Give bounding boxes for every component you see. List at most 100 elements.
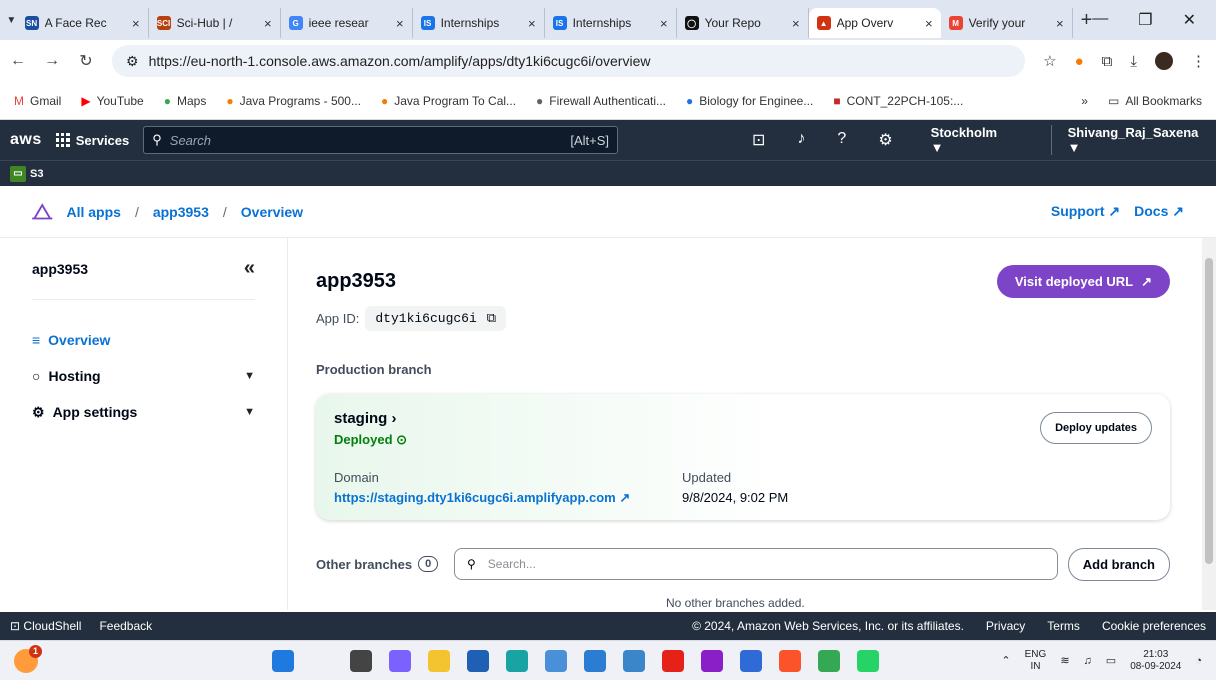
add-branch-button[interactable]: Add branch xyxy=(1067,548,1170,581)
chatgpt-icon[interactable] xyxy=(545,649,567,672)
branch-link[interactable]: staging › xyxy=(334,410,397,427)
help-icon[interactable]: ? xyxy=(837,130,846,150)
more-bookmarks-button[interactable]: » xyxy=(1081,94,1088,108)
minimize-icon[interactable]: — xyxy=(1092,10,1108,30)
deploy-updates-button[interactable]: Deploy updates xyxy=(1040,412,1152,444)
bookmark-item[interactable]: ● Biology for Enginee... xyxy=(686,94,813,108)
copy-icon[interactable]: ⧉ xyxy=(487,311,496,326)
back-icon[interactable]: ← xyxy=(10,52,26,70)
youtube-icon[interactable] xyxy=(662,649,684,672)
mail-icon[interactable] xyxy=(740,649,762,672)
browser-tab[interactable]: Gieee resear × xyxy=(281,8,413,38)
search-icon[interactable] xyxy=(311,649,333,672)
bookmark-item[interactable]: ● Maps xyxy=(164,94,207,108)
aws-search-input[interactable]: ⚲ Search [Alt+S] xyxy=(143,126,618,154)
browser-tab[interactable]: SCI Sci-Hub | / × xyxy=(149,8,281,38)
scrollbar-thumb[interactable] xyxy=(1205,258,1213,564)
feedback-link[interactable]: Feedback xyxy=(99,619,152,633)
page-scrollbar[interactable] xyxy=(1202,238,1216,610)
s3-shortcut[interactable]: ▭ S3 xyxy=(10,165,43,182)
domain-link[interactable]: https://staging.dty1ki6cugc6i.amplifyapp… xyxy=(334,490,630,506)
breadcrumb-all-apps[interactable]: All apps xyxy=(66,204,120,220)
tab-search-icon[interactable]: ▼ xyxy=(6,8,17,32)
amplify-logo-icon[interactable]: ⧍ xyxy=(32,199,52,225)
browser-tab[interactable]: SN A Face Rec × xyxy=(17,8,149,38)
mysql-icon[interactable] xyxy=(623,649,645,672)
chrome-icon[interactable] xyxy=(818,649,840,672)
maximize-icon[interactable]: ❐ xyxy=(1138,10,1152,30)
sidebar-item-overview[interactable]: ≡ Overview xyxy=(32,322,255,358)
bookmark-item[interactable]: ● Java Programs - 500... xyxy=(226,94,361,108)
close-tab-icon[interactable]: × xyxy=(396,16,404,31)
sidebar-item-hosting[interactable]: ○ Hosting ▼ xyxy=(32,358,255,394)
bookmark-item[interactable]: ▶ YouTube xyxy=(81,94,143,108)
close-tab-icon[interactable]: × xyxy=(1056,16,1064,31)
branch-search-input[interactable]: ⚲ Search... xyxy=(454,548,1058,580)
task-view-icon[interactable] xyxy=(350,649,372,672)
close-tab-icon[interactable]: × xyxy=(528,16,536,31)
close-tab-icon[interactable]: × xyxy=(264,16,272,31)
extensions-puzzle-icon[interactable]: ⧉ xyxy=(1102,53,1113,70)
services-menu-button[interactable]: Services xyxy=(55,133,129,148)
cookie-preferences-link[interactable]: Cookie preferences xyxy=(1102,619,1206,633)
close-tab-icon[interactable]: × xyxy=(132,16,140,31)
bookmark-item[interactable]: ● Java Program To Cal... xyxy=(381,94,516,108)
privacy-link[interactable]: Privacy xyxy=(986,619,1025,633)
browser-tab[interactable]: IS Internships × xyxy=(545,8,677,38)
notifications-icon[interactable]: ◔ xyxy=(1195,655,1202,667)
wifi-icon[interactable]: ≋ xyxy=(1060,654,1069,667)
profile-avatar-icon[interactable] xyxy=(1155,52,1173,70)
battery-icon[interactable]: ▭ xyxy=(1106,654,1116,667)
browser-tab[interactable]: M Verify your × xyxy=(941,8,1073,38)
aws-logo[interactable]: aws xyxy=(10,131,42,149)
notifications-bell-icon[interactable]: ♪ xyxy=(797,130,805,150)
settings-gear-icon[interactable]: ⚙ xyxy=(878,130,892,150)
weather-widget-icon[interactable]: 1 xyxy=(14,644,42,673)
reload-icon[interactable]: ↻ xyxy=(78,51,94,71)
forward-icon[interactable]: → xyxy=(44,52,60,70)
close-tab-icon[interactable]: × xyxy=(792,16,800,31)
sidebar-item-app-settings[interactable]: ⚙ App settings ▼ xyxy=(32,394,255,430)
brave-icon[interactable] xyxy=(779,649,801,672)
docs-link[interactable]: Docs ↗ xyxy=(1134,203,1184,220)
breadcrumb-overview[interactable]: Overview xyxy=(241,204,303,220)
browser-tab[interactable]: ◯ Your Repo × xyxy=(677,8,809,38)
new-tab-icon[interactable]: + xyxy=(1081,9,1093,32)
cloudshell-icon[interactable]: ⊡ xyxy=(752,130,765,150)
copilot-icon[interactable] xyxy=(389,649,411,672)
breadcrumb-app[interactable]: app3953 xyxy=(153,204,209,220)
all-bookmarks-button[interactable]: ▭ All Bookmarks xyxy=(1108,94,1202,108)
edge-icon[interactable] xyxy=(506,649,528,672)
cloudshell-button[interactable]: ⊡ CloudShell xyxy=(10,619,81,633)
browser-tab[interactable]: IS Internships × xyxy=(413,8,545,38)
whatsapp-icon[interactable] xyxy=(857,649,879,672)
bookmark-item[interactable]: ● Firewall Authenticati... xyxy=(536,94,666,108)
bookmark-star-icon[interactable]: ☆ xyxy=(1043,52,1056,70)
bookmark-item[interactable]: M Gmail xyxy=(14,94,61,108)
browser-menu-icon[interactable]: ⋮ xyxy=(1191,52,1206,70)
visit-deployed-url-button[interactable]: Visit deployed URL ↗ xyxy=(996,265,1170,298)
extension-icon[interactable]: ● xyxy=(1075,53,1084,70)
terms-link[interactable]: Terms xyxy=(1047,619,1080,633)
collapse-sidebar-icon[interactable]: « xyxy=(244,257,255,280)
clock[interactable]: 21:03 08-09-2024 xyxy=(1130,649,1181,673)
file-explorer-icon[interactable] xyxy=(428,649,450,672)
close-window-icon[interactable]: ✕ xyxy=(1183,10,1196,30)
region-selector[interactable]: Stockholm ▼ xyxy=(931,125,1009,155)
close-tab-icon[interactable]: × xyxy=(660,16,668,31)
account-menu[interactable]: Shivang_Raj_Saxena ▼ xyxy=(1050,125,1206,155)
url-input[interactable]: ⚙ https://eu-north-1.console.aws.amazon.… xyxy=(112,45,1026,77)
tray-overflow-icon[interactable]: ⌃ xyxy=(1001,654,1010,667)
support-link[interactable]: Support ↗ xyxy=(1051,203,1120,220)
close-tab-icon[interactable]: × xyxy=(925,16,933,31)
store-icon[interactable] xyxy=(467,649,489,672)
windows-start-icon[interactable] xyxy=(272,649,294,672)
browser-tab[interactable]: ▲ App Overv × xyxy=(808,8,941,38)
language-indicator[interactable]: ENG IN xyxy=(1025,649,1047,673)
vscode-icon[interactable] xyxy=(584,649,606,672)
bookmark-item[interactable]: ■ CONT_22PCH-105:... xyxy=(833,94,963,108)
site-info-icon[interactable]: ⚙ xyxy=(126,53,139,70)
volume-icon[interactable]: ♫ xyxy=(1084,655,1092,667)
downloads-icon[interactable]: ⤓ xyxy=(1130,53,1137,70)
jetbrains-icon[interactable] xyxy=(701,649,723,672)
